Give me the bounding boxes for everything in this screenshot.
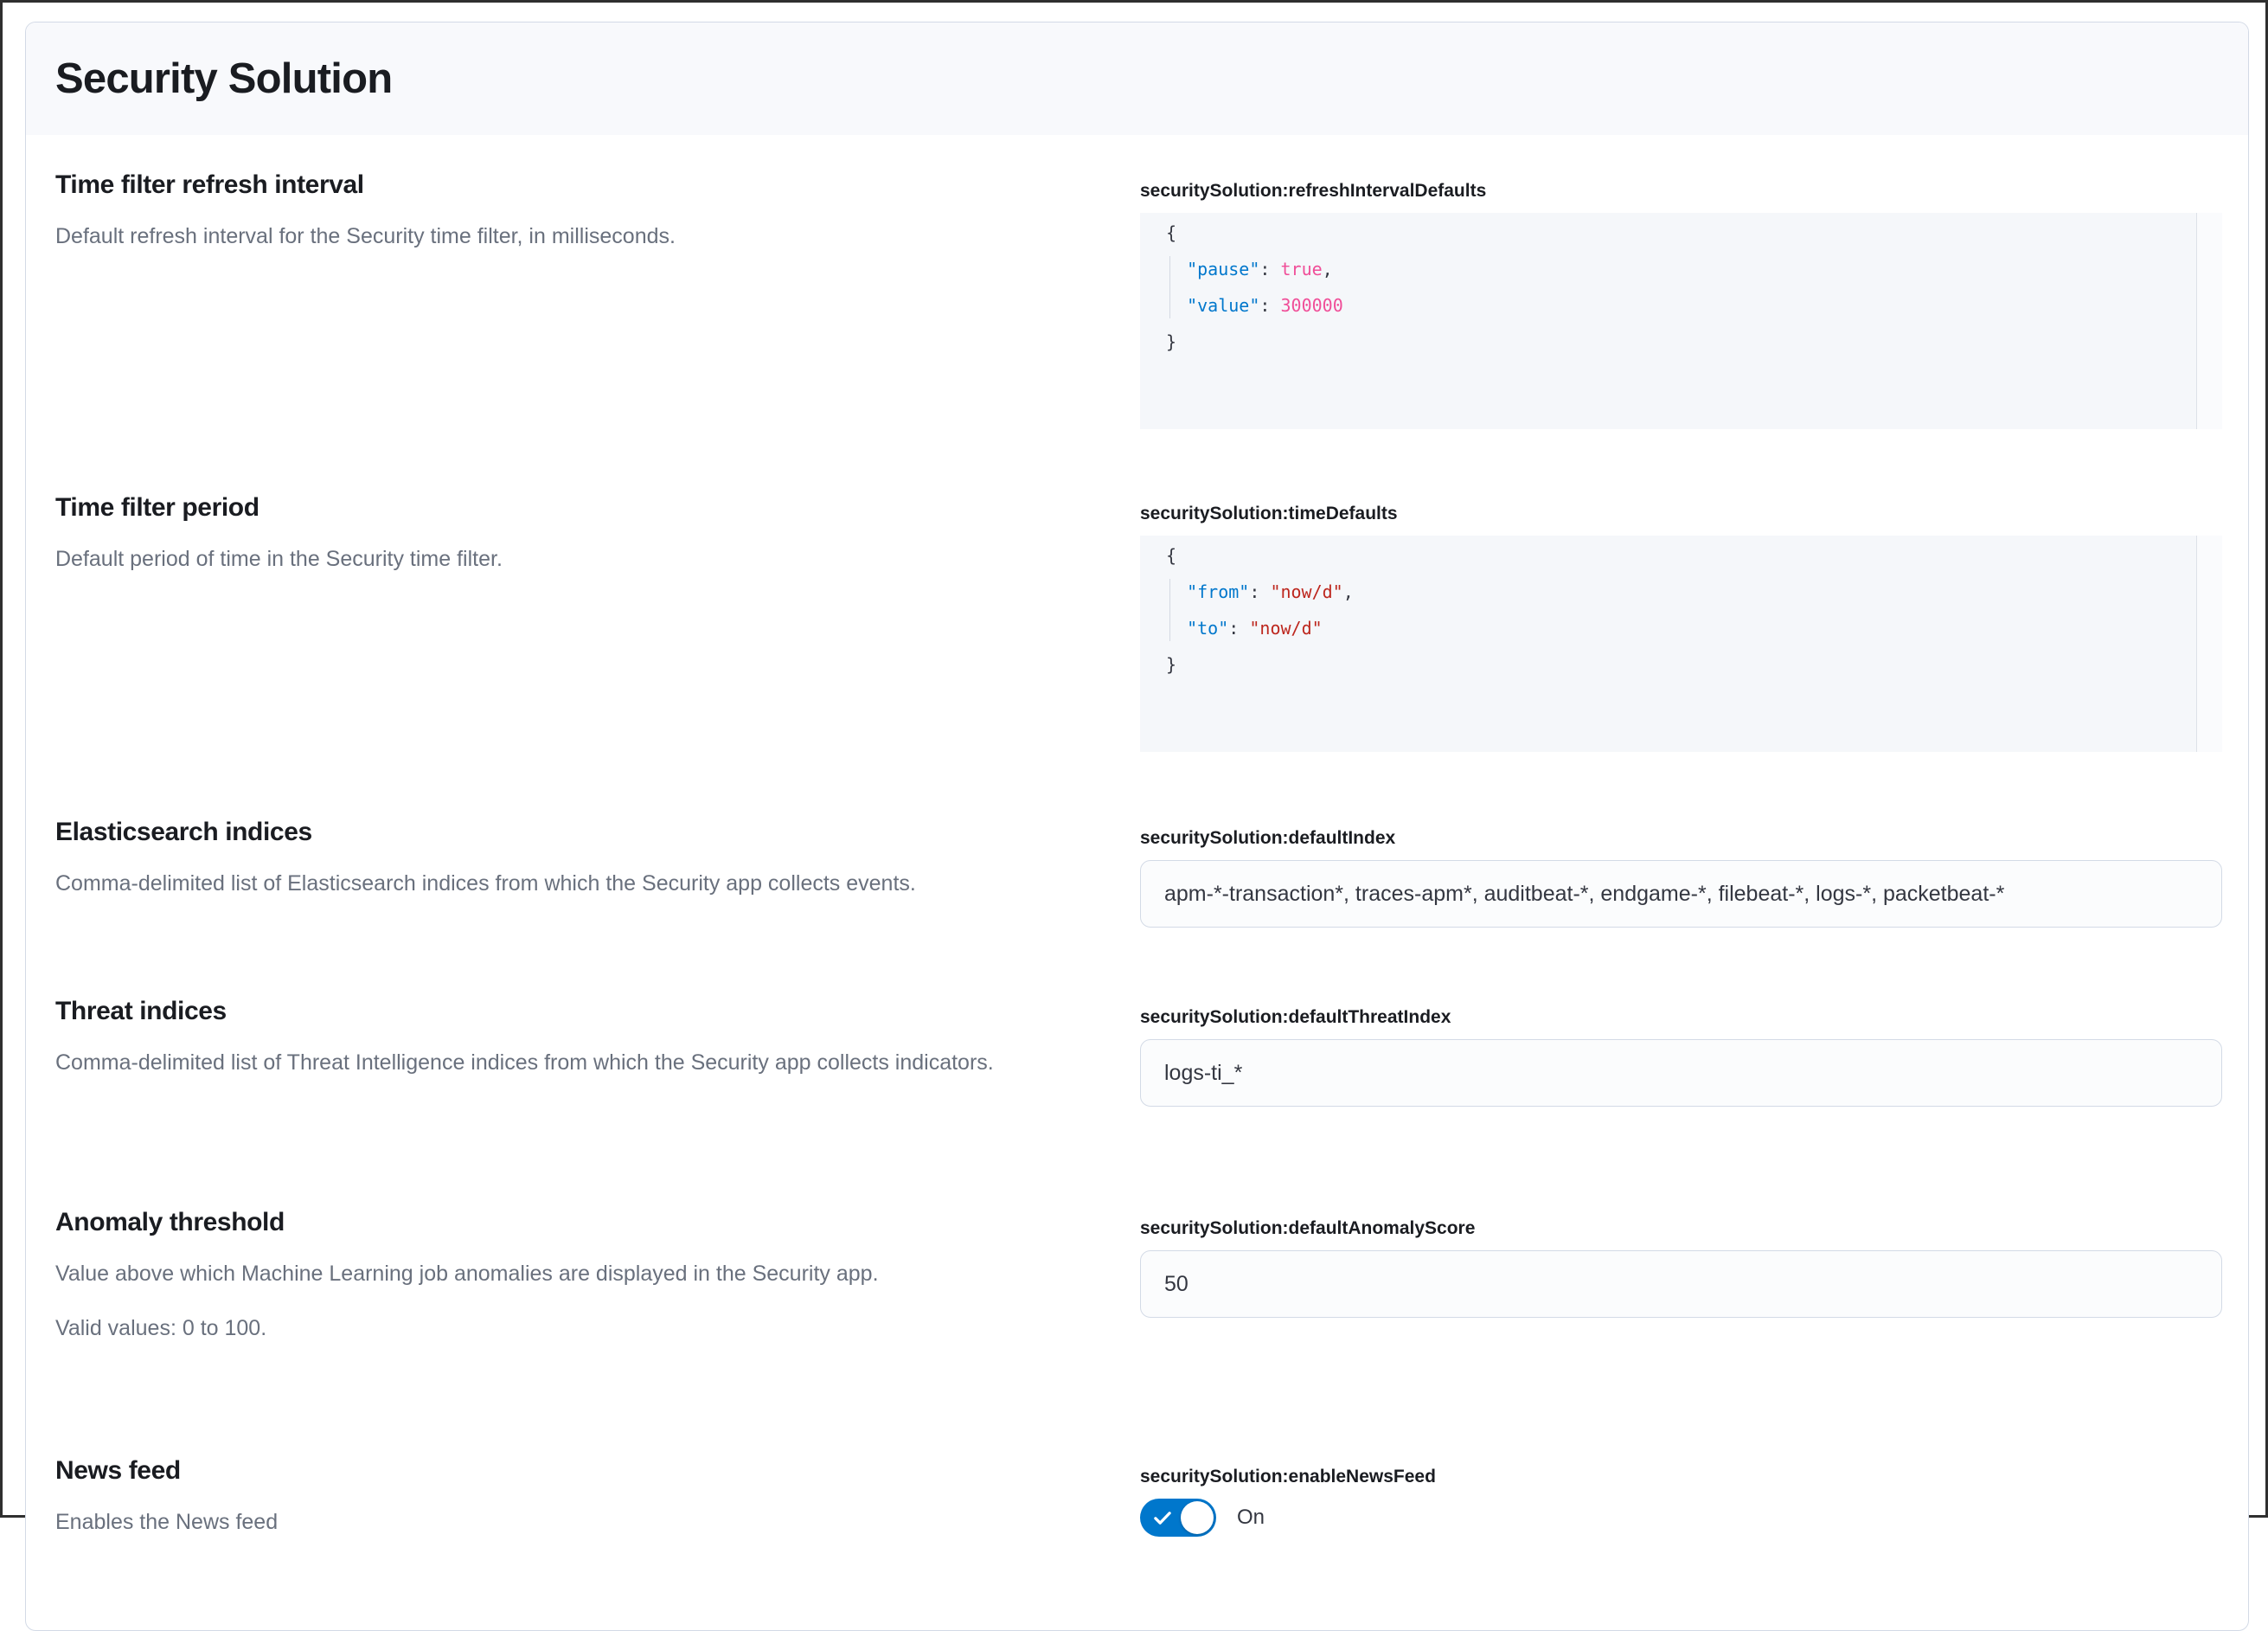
setting-info: Elasticsearch indices Comma-delimited lis… [55, 817, 1140, 899]
setting-info: Time filter period Default period of time… [55, 492, 1140, 575]
setting-row-refresh-interval-defaults: Time filter refresh interval Default refr… [55, 170, 2222, 429]
settings-card-header: Security Solution [26, 22, 2248, 135]
setting-key-label: securitySolution:defaultIndex [1140, 827, 2222, 850]
setting-title: Anomaly threshold [55, 1207, 1105, 1238]
setting-key-label: securitySolution:timeDefaults [1140, 503, 2222, 525]
switch-control: On [1140, 1499, 2222, 1537]
setting-control: securitySolution:defaultIndex [1140, 817, 2222, 928]
setting-description: Default period of time in the Security t… [55, 544, 1076, 575]
settings-card: Security Solution Time filter refresh in… [25, 22, 2249, 1631]
setting-title: Time filter period [55, 492, 1105, 523]
code-line: "from": "now/d", [1166, 574, 2193, 610]
setting-info: Threat indices Comma-delimited list of Th… [55, 996, 1140, 1078]
editor-scrollbar[interactable] [2196, 536, 2222, 752]
setting-row-default-anomaly-score: Anomaly threshold Value above which Machi… [55, 1207, 2222, 1344]
settings-list: Time filter refresh interval Default refr… [26, 135, 2248, 1572]
enable-news-feed-toggle[interactable] [1140, 1499, 1216, 1537]
code-line: { [1166, 215, 2193, 251]
setting-info: Time filter refresh interval Default refr… [55, 170, 1140, 252]
setting-title: Threat indices [55, 996, 1105, 1027]
setting-key-label: securitySolution:enableNewsFeed [1140, 1466, 2222, 1488]
setting-control: securitySolution:refreshIntervalDefaults… [1140, 170, 2222, 429]
setting-key-label: securitySolution:defaultThreatIndex [1140, 1006, 2222, 1029]
editor-scrollbar[interactable] [2196, 213, 2222, 429]
setting-control: securitySolution:defaultThreatIndex [1140, 996, 2222, 1107]
setting-description: Comma-delimited list of Elasticsearch in… [55, 869, 1076, 899]
setting-description: Valid values: 0 to 100. [55, 1313, 1076, 1344]
setting-description: Value above which Machine Learning job a… [55, 1259, 1076, 1289]
code-line: "to": "now/d" [1166, 610, 2193, 646]
setting-control: securitySolution:enableNewsFeed On [1140, 1455, 2222, 1537]
json-editor-time-defaults[interactable]: { "from": "now/d", "to": "now/d"} [1140, 536, 2222, 752]
indent-guide [1169, 256, 1170, 318]
setting-description: Comma-delimited list of Threat Intellige… [55, 1048, 1076, 1078]
setting-control: securitySolution:defaultAnomalyScore [1140, 1207, 2222, 1318]
setting-input-default-index[interactable] [1140, 860, 2222, 928]
setting-control: securitySolution:timeDefaults { "from": "… [1140, 492, 2222, 752]
setting-title: Elasticsearch indices [55, 817, 1105, 848]
check-icon [1151, 1506, 1174, 1531]
setting-key-label: securitySolution:defaultAnomalyScore [1140, 1217, 2222, 1240]
code-line: } [1166, 324, 2193, 360]
setting-info: Anomaly threshold Value above which Machi… [55, 1207, 1140, 1344]
code-line: "value": 300000 [1166, 287, 2193, 324]
setting-row-enable-news-feed: News feed Enables the News feed securitySo… [55, 1455, 2222, 1538]
setting-input-default-anomaly-score[interactable] [1140, 1250, 2222, 1318]
setting-description: Default refresh interval for the Securit… [55, 222, 1076, 252]
toggle-knob [1181, 1501, 1214, 1534]
toggle-state-label: On [1237, 1506, 1265, 1530]
setting-description: Enables the News feed [55, 1507, 1076, 1538]
setting-row-default-index: Elasticsearch indices Comma-delimited lis… [55, 817, 2222, 928]
json-editor-refresh-interval-defaults[interactable]: { "pause": true, "value": 300000} [1140, 213, 2222, 429]
setting-key-label: securitySolution:refreshIntervalDefaults [1140, 180, 2222, 202]
indent-guide [1169, 579, 1170, 641]
setting-input-default-threat-index[interactable] [1140, 1039, 2222, 1107]
setting-title: News feed [55, 1455, 1105, 1487]
code-line: "pause": true, [1166, 251, 2193, 287]
setting-row-time-defaults: Time filter period Default period of time… [55, 492, 2222, 752]
setting-title: Time filter refresh interval [55, 170, 1105, 201]
code-line: } [1166, 646, 2193, 683]
code-line: { [1166, 537, 2193, 574]
page-frame: { "header": { "title": "Security Solutio… [0, 0, 2268, 1518]
setting-row-default-threat-index: Threat indices Comma-delimited list of Th… [55, 996, 2222, 1107]
page-title: Security Solution [55, 55, 392, 103]
setting-info: News feed Enables the News feed [55, 1455, 1140, 1538]
